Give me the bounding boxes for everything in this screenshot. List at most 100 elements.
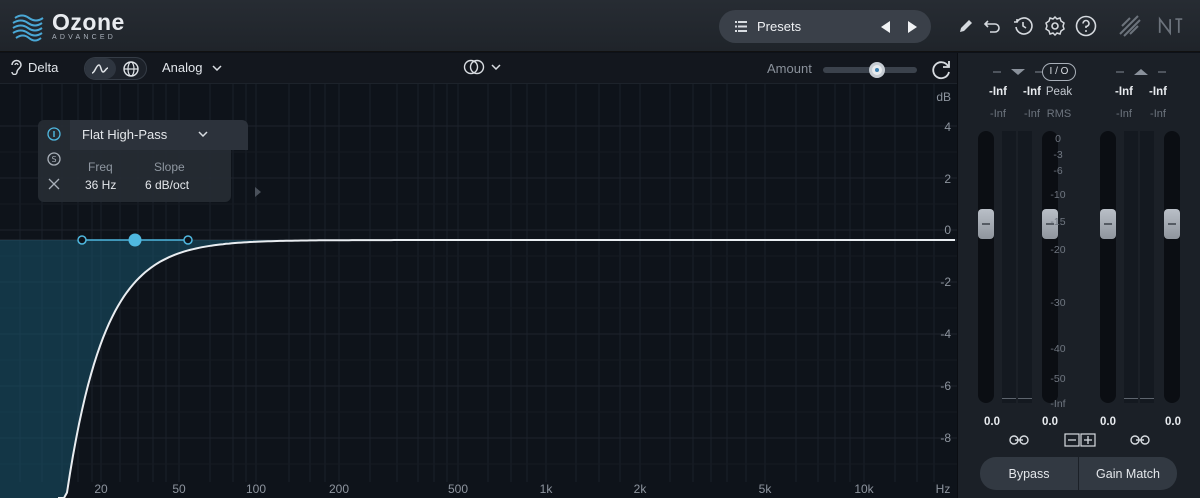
presets-label[interactable]: Presets — [757, 19, 873, 34]
band-node[interactable] — [128, 233, 142, 247]
bypass-button[interactable]: Bypass — [980, 457, 1078, 490]
curve-mode-button[interactable] — [85, 58, 116, 79]
undo-button[interactable] — [979, 13, 1005, 39]
ni-logo-icon — [1158, 16, 1183, 36]
prev-arrow-icon — [881, 20, 890, 33]
output-gain-right[interactable]: 0.0 — [1165, 416, 1181, 428]
rms-label: RMS — [1046, 108, 1072, 120]
settings-button[interactable] — [1042, 13, 1068, 39]
meter-scale-label: 0 — [1055, 133, 1061, 145]
amount-label: Amount — [767, 61, 812, 76]
output-meter-left — [1124, 131, 1138, 403]
meter-scale-label: -6 — [1053, 165, 1063, 177]
freq-tick-label: 20 — [94, 482, 108, 496]
eq-display[interactable]: S Flat High-Pass Freq 36 Hz Slope 6 dB/o… — [0, 84, 957, 498]
output-fader-right[interactable] — [1164, 131, 1180, 403]
output-fader-left[interactable] — [1100, 131, 1116, 403]
presets-bar[interactable]: Presets — [719, 10, 931, 43]
meter-scale-label: -15 — [1050, 216, 1066, 228]
db-tick-label: -8 — [940, 431, 951, 445]
stereo-mode-dropdown[interactable] — [463, 59, 501, 75]
history-button[interactable] — [1010, 13, 1036, 39]
help-button[interactable] — [1073, 13, 1099, 39]
pencil-button[interactable] — [953, 13, 979, 39]
output-peak-left: -Inf — [1115, 86, 1133, 98]
gain-offset-icon[interactable] — [1064, 433, 1096, 447]
band-remove-icon[interactable] — [48, 178, 60, 190]
input-gain-right[interactable]: 0.0 — [1042, 416, 1058, 428]
amount-slider-handle[interactable] — [868, 62, 885, 78]
freq-value[interactable]: 36 Hz — [85, 178, 116, 192]
globe-icon — [123, 60, 139, 77]
slope-label: Slope — [154, 160, 185, 174]
band-type-dropdown[interactable]: Flat High-Pass — [70, 120, 248, 150]
peak-label: Peak — [1045, 86, 1073, 98]
freq-tick-label: 50 — [172, 482, 186, 496]
freq-tick-label: 5k — [758, 482, 772, 496]
freq-tick-label: 1k — [539, 482, 553, 496]
input-fader-left[interactable] — [978, 131, 994, 403]
input-header-icon — [993, 69, 1043, 75]
top-bar: Ozone ADVANCED Presets — [0, 0, 1200, 52]
input-meter-left — [1002, 131, 1016, 403]
analog-mode-dropdown[interactable]: Analog — [162, 60, 223, 75]
settings-gear-icon — [1045, 16, 1065, 36]
panel-expand-arrow-icon[interactable] — [254, 186, 262, 198]
freq-label: Freq — [88, 160, 113, 174]
band-solo-icon[interactable]: S — [47, 152, 61, 166]
learn-refresh-icon[interactable] — [929, 58, 953, 82]
delta-button[interactable]: Delta — [10, 59, 58, 75]
ozone-logo-icon — [12, 14, 44, 42]
band-type-label: Flat High-Pass — [82, 127, 168, 142]
output-gain-left[interactable]: 0.0 — [1100, 416, 1116, 428]
band-slope-handle-left[interactable] — [77, 235, 87, 245]
band-power-icon[interactable] — [47, 127, 61, 141]
db-tick-label: 0 — [944, 223, 951, 237]
meter-scale-label: -10 — [1050, 189, 1066, 201]
db-tick-label: -2 — [940, 275, 951, 289]
gain-match-button[interactable]: Gain Match — [1079, 457, 1177, 490]
input-fader-left-handle[interactable] — [978, 209, 994, 239]
chevron-down-icon — [491, 64, 501, 70]
output-meter-right — [1140, 131, 1154, 403]
svg-text:S: S — [51, 155, 56, 164]
list-icon — [735, 21, 747, 32]
history-icon — [1014, 17, 1033, 35]
output-fader-right-handle[interactable] — [1164, 209, 1180, 239]
signal-chain-button[interactable] — [1117, 13, 1143, 39]
signal-chain-icon — [1119, 15, 1141, 37]
output-rms-left: -Inf — [1116, 108, 1132, 120]
app-name: Ozone — [52, 9, 125, 35]
output-link-icon[interactable] — [1130, 434, 1150, 446]
next-preset-button[interactable] — [899, 14, 925, 40]
curve-icon — [92, 63, 109, 74]
meter-scale-label: -3 — [1053, 149, 1063, 161]
view-mode-toggle[interactable] — [84, 57, 147, 80]
meter-scale-label: -30 — [1050, 297, 1066, 309]
band-slope-handle-right[interactable] — [183, 235, 193, 245]
output-fader-left-handle[interactable] — [1100, 209, 1116, 239]
meter-scale-label: -40 — [1050, 343, 1066, 355]
db-tick-label: -6 — [940, 379, 951, 393]
meter-scale-label: -20 — [1050, 244, 1066, 256]
output-peak-right: -Inf — [1149, 86, 1167, 98]
freq-tick-label: 100 — [245, 482, 267, 496]
input-rms-left: -Inf — [990, 108, 1006, 120]
input-gain-left[interactable]: 0.0 — [984, 416, 1000, 428]
input-link-icon[interactable] — [1009, 434, 1029, 446]
band-panel: S Flat High-Pass Freq 36 Hz Slope 6 dB/o… — [38, 120, 261, 202]
pencil-icon — [960, 20, 972, 32]
app-edition: ADVANCED — [52, 34, 116, 41]
globe-mode-button[interactable] — [116, 58, 147, 79]
prev-preset-button[interactable] — [873, 14, 899, 40]
ear-icon — [11, 59, 22, 75]
db-unit-label: dB — [936, 90, 951, 104]
meter-scale-label: -Inf — [1050, 398, 1066, 410]
delta-label: Delta — [28, 59, 59, 75]
meter-scale-label: -50 — [1050, 373, 1066, 385]
io-toggle-button[interactable]: I / O — [1042, 63, 1076, 81]
band-side-buttons: S — [38, 120, 70, 202]
slope-value[interactable]: 6 dB/oct — [145, 178, 189, 192]
ni-logo — [1158, 13, 1184, 39]
analog-mode-label: Analog — [162, 60, 203, 75]
